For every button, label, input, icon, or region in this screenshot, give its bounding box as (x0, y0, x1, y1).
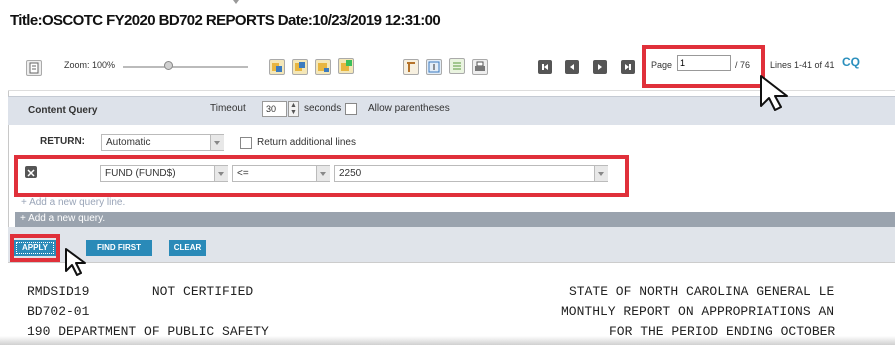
zoom-label: Zoom: 100% (64, 60, 116, 70)
print-icon[interactable] (472, 59, 488, 75)
report-line-right: MONTHLY REPORT ON APPROPRIATIONS AN (561, 304, 835, 319)
return-select[interactable]: Automatic (101, 134, 224, 151)
lines-count: Lines 1-41 of 41 (770, 60, 835, 70)
column-icon[interactable] (403, 59, 419, 75)
apply-highlight-box (10, 234, 60, 262)
allow-parentheses-label: Allow parentheses (368, 103, 450, 114)
save-icon[interactable] (315, 59, 331, 75)
list-icon[interactable] (449, 58, 465, 74)
mouse-cursor-icon (64, 247, 90, 282)
text-icon[interactable] (426, 59, 442, 75)
document-icon[interactable] (26, 60, 42, 76)
return-label: RETURN: (40, 136, 85, 147)
next-page-icon[interactable] (593, 60, 607, 74)
small-dropdown-arrow-icon (233, 0, 239, 4)
zoom-slider[interactable] (123, 66, 248, 68)
bottom-shadow (0, 336, 895, 345)
allow-parentheses-checkbox[interactable] (345, 103, 357, 115)
timeout-spinner[interactable]: ▲ ▼ (288, 101, 299, 117)
timeout-label: Timeout (210, 103, 246, 114)
add-icon[interactable] (338, 58, 354, 74)
add-line-row (15, 197, 895, 211)
find-first-button[interactable]: FIND FIRST (86, 240, 152, 256)
content-query-toggle[interactable]: CQ (842, 55, 860, 69)
seconds-label: seconds (304, 103, 342, 114)
add-query-line-link[interactable]: + Add a new query line. (21, 197, 125, 208)
prev-page-icon[interactable] (565, 60, 579, 74)
import-icon[interactable] (292, 59, 308, 75)
report-line-left: RMDSID19 NOT CERTIFIED (27, 284, 254, 299)
timeout-input[interactable]: 30 (262, 101, 287, 117)
page-title: Title:OSCOTC FY2020 BD702 REPORTS Date:1… (10, 12, 441, 29)
clear-button[interactable]: CLEAR (169, 240, 206, 256)
page-highlight-box (642, 45, 765, 88)
add-query-link[interactable]: + Add a new query. (20, 213, 105, 224)
zoom-slider-handle[interactable] (164, 61, 173, 70)
content-query-title: Content Query (28, 105, 98, 116)
return-additional-lines-label: Return additional lines (257, 137, 356, 148)
report-line-right: STATE OF NORTH CAROLINA GENERAL LE (569, 284, 835, 299)
last-page-icon[interactable] (621, 60, 635, 74)
return-additional-lines-checkbox[interactable] (240, 137, 252, 149)
query-line-highlight-box (14, 155, 629, 197)
first-page-icon[interactable] (538, 60, 552, 74)
export-icon[interactable] (269, 59, 285, 75)
chevron-down-icon[interactable] (210, 135, 224, 150)
report-line-left: BD702-01 (27, 304, 90, 319)
mouse-cursor-icon (759, 74, 791, 117)
add-query-row (15, 212, 895, 227)
